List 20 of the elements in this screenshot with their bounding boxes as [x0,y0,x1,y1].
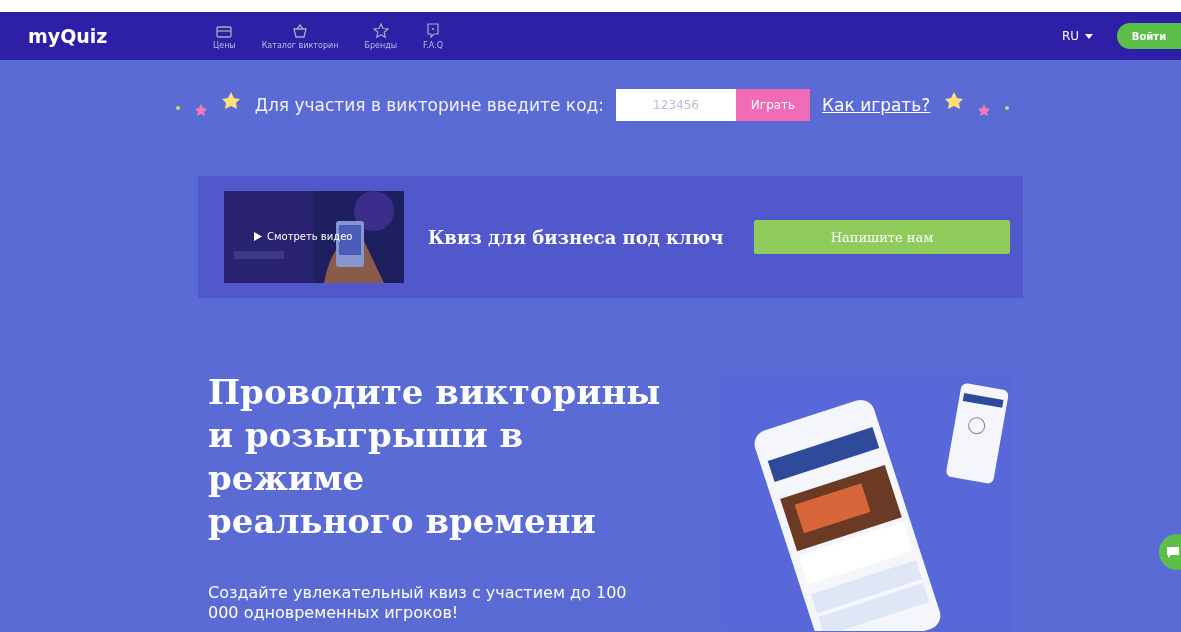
card-icon [216,24,233,38]
logo[interactable]: myQuiz [28,25,213,47]
nav-link[interactable]: Каталог викторин [261,23,339,50]
subtitle: Создайте увлекательный квиз с участием до 100 000 одновременных игроков! [208,583,628,623]
chat-icon [1167,546,1179,558]
nav-link[interactable]: Цены [213,24,236,50]
basket-icon [292,23,309,38]
language-selector[interactable]: RU [1061,29,1093,43]
play-icon [254,232,262,241]
question-icon [426,22,440,38]
headline: Проводите викторины и розыгрыши в режиме реального времени [208,371,662,543]
caret-icon [1085,33,1093,39]
nav-link[interactable]: Бренды [364,22,397,50]
nav-link[interactable]: F.A.Q [423,22,443,50]
star-icon [372,22,389,38]
how-to-play-link[interactable]: Как играть? [822,95,931,115]
code-prompt: Для участия в викторине введите код: [254,95,604,115]
code-input[interactable]: 123456 [616,89,736,121]
banner-title: Квиз для бизнеса под ключ [428,226,725,248]
watch-video-button[interactable]: Смотреть видео [254,231,353,242]
